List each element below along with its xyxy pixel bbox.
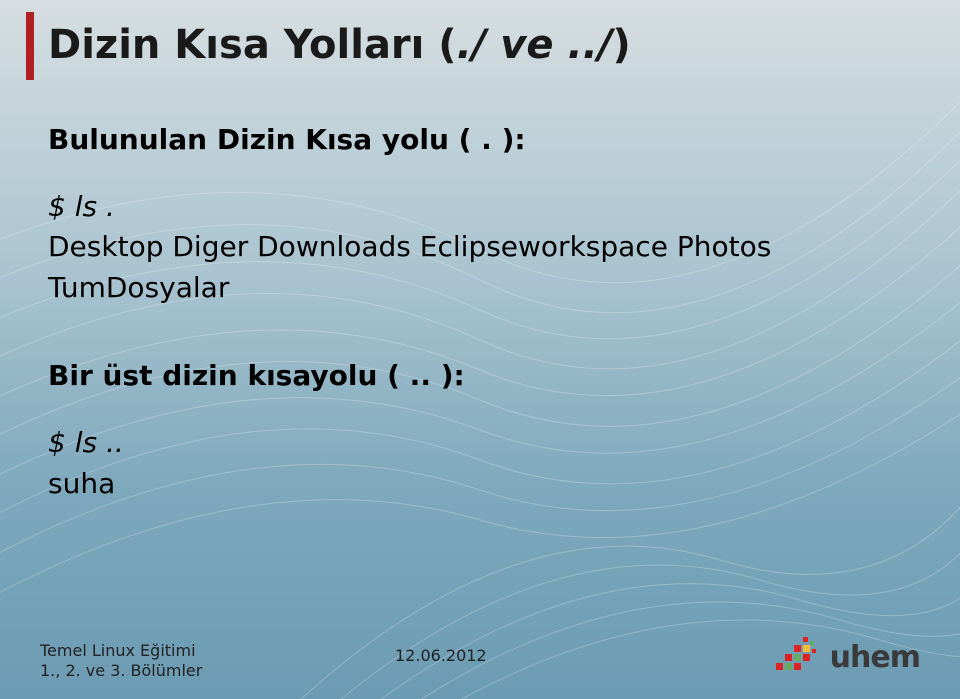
- section1-heading: Bulunulan Dizin Kısa yolu ( . ):: [48, 120, 900, 161]
- section2-output: suha: [48, 464, 900, 505]
- section2-command: $ ls ..: [48, 423, 900, 464]
- footer-line1: Temel Linux Eğitimi: [40, 641, 202, 661]
- logo-text: uhem: [830, 640, 920, 675]
- footer-left: Temel Linux Eğitimi 1., 2. ve 3. Bölümle…: [40, 641, 202, 681]
- title-accent-bar: [26, 12, 34, 80]
- section2-heading: Bir üst dizin kısayolu ( .. ):: [48, 356, 900, 397]
- title-text-end: ): [612, 22, 630, 68]
- slide-content: Bulunulan Dizin Kısa yolu ( . ): $ ls . …: [48, 120, 900, 504]
- logo: uhem: [776, 637, 920, 677]
- logo-mark-icon: [776, 637, 820, 677]
- title-text-plain: Dizin Kısa Yolları (: [48, 22, 457, 68]
- slide-title: Dizin Kısa Yolları (./ ve ../): [48, 22, 631, 68]
- section1-output-line2: TumDosyalar: [48, 268, 900, 309]
- footer-date: 12.06.2012: [395, 646, 487, 665]
- section1-command: $ ls .: [48, 187, 900, 228]
- section1-output-line1: Desktop Diger Downloads Eclipseworkspace…: [48, 227, 900, 268]
- title-text-italic: ./ ve ../: [457, 22, 613, 68]
- slide: Dizin Kısa Yolları (./ ve ../) Bulunulan…: [0, 0, 960, 699]
- footer-line2: 1., 2. ve 3. Bölümler: [40, 661, 202, 681]
